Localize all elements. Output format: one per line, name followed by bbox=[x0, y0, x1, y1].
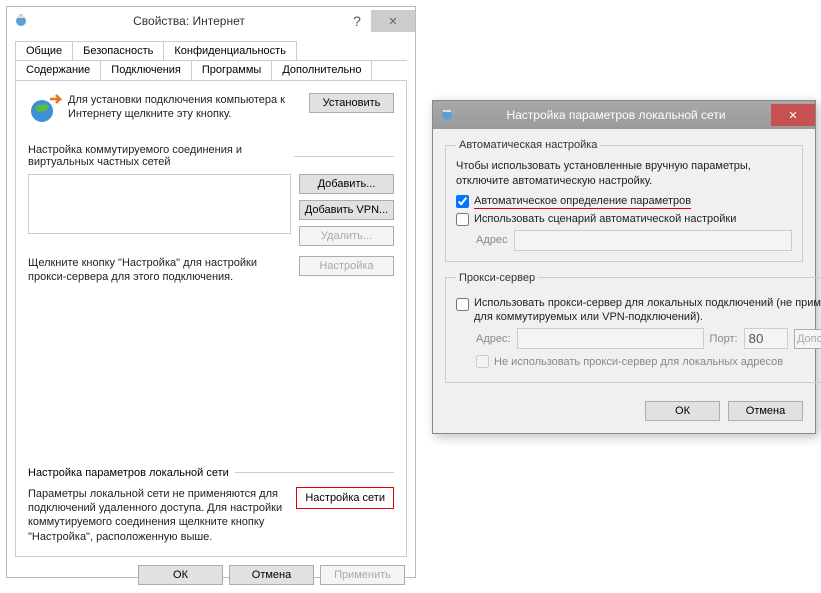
use-proxy-checkbox[interactable] bbox=[456, 298, 469, 311]
tab-connections[interactable]: Подключения bbox=[100, 60, 192, 80]
tab-security[interactable]: Безопасность bbox=[72, 41, 164, 60]
proxy-address-input bbox=[517, 328, 704, 349]
dial-section-header: Настройка коммутируемого соединения и ви… bbox=[28, 144, 394, 168]
proxy-group: Прокси-сервер Использовать прокси-сервер… bbox=[445, 272, 821, 384]
lan-section-header: Настройка параметров локальной сети bbox=[28, 467, 394, 479]
add-vpn-button[interactable]: Добавить VPN... bbox=[299, 200, 394, 220]
close-button[interactable]: ✕ bbox=[771, 104, 815, 126]
auto-config-legend: Автоматическая настройка bbox=[456, 139, 600, 151]
advanced-button: Дополнительно bbox=[794, 329, 821, 349]
proxy-address-label: Адрес: bbox=[476, 333, 511, 345]
ok-button[interactable]: ОК bbox=[645, 401, 720, 421]
window-title: Настройка параметров локальной сети bbox=[461, 108, 771, 122]
connections-listbox[interactable] bbox=[28, 174, 291, 234]
tab-privacy[interactable]: Конфиденциальность bbox=[163, 41, 297, 60]
tab-programs[interactable]: Программы bbox=[191, 60, 272, 80]
title-bar: Свойства: Интернет ? ✕ bbox=[7, 7, 415, 35]
use-script-label: Использовать сценарий автоматической нас… bbox=[474, 213, 736, 225]
close-button[interactable]: ✕ bbox=[371, 10, 415, 32]
bypass-local-checkbox bbox=[476, 355, 489, 368]
tab-content[interactable]: Содержание bbox=[15, 60, 101, 80]
auto-config-group: Автоматическая настройка Чтобы использов… bbox=[445, 139, 803, 262]
tab-row-1: Общие Безопасность Конфиденциальность bbox=[15, 41, 407, 61]
tab-advanced[interactable]: Дополнительно bbox=[271, 60, 372, 80]
window-title: Свойства: Интернет bbox=[35, 14, 343, 28]
auto-detect-label: Автоматическое определение параметров bbox=[474, 195, 691, 209]
apply-button: Применить bbox=[320, 565, 405, 585]
cancel-button[interactable]: Отмена bbox=[728, 401, 803, 421]
bypass-local-label: Не использовать прокси-сервер для локаль… bbox=[494, 356, 783, 368]
cancel-button[interactable]: Отмена bbox=[229, 565, 314, 585]
internet-properties-dialog: Свойства: Интернет ? ✕ Общие Безопасност… bbox=[6, 6, 416, 578]
auto-detect-checkbox[interactable] bbox=[456, 195, 469, 208]
tab-general[interactable]: Общие bbox=[15, 41, 73, 60]
ok-button[interactable]: ОК bbox=[138, 565, 223, 585]
script-address-input bbox=[514, 230, 793, 251]
script-address-label: Адрес bbox=[476, 234, 508, 246]
window-icon bbox=[439, 106, 455, 125]
lan-settings-button[interactable]: Настройка сети bbox=[296, 487, 394, 509]
dialog-footer: ОК Отмена bbox=[445, 393, 803, 423]
use-proxy-label: Использовать прокси-сервер для локальных… bbox=[474, 296, 821, 325]
dialog-footer: ОК Отмена Применить bbox=[7, 557, 415, 593]
auto-config-text: Чтобы использовать установленные вручную… bbox=[456, 159, 792, 189]
proxy-legend: Прокси-сервер bbox=[456, 272, 538, 284]
setup-description: Для установки подключения компьютера к И… bbox=[68, 93, 309, 122]
use-script-checkbox[interactable] bbox=[456, 213, 469, 226]
lan-description: Параметры локальной сети не применяются … bbox=[28, 487, 296, 544]
remove-button: Удалить... bbox=[299, 226, 394, 246]
settings-button: Настройка bbox=[299, 256, 394, 276]
tab-row-2: Содержание Подключения Программы Дополни… bbox=[15, 60, 407, 81]
title-bar: Настройка параметров локальной сети ✕ bbox=[433, 101, 815, 129]
proxy-port-input bbox=[744, 328, 788, 349]
lan-settings-dialog: Настройка параметров локальной сети ✕ Ав… bbox=[432, 100, 816, 434]
proxy-description: Щелкните кнопку "Настройка" для настройк… bbox=[28, 256, 299, 285]
globe-icon bbox=[28, 93, 62, 130]
tab-panel-connections: Для установки подключения компьютера к И… bbox=[15, 81, 407, 557]
proxy-port-label: Порт: bbox=[710, 333, 738, 345]
connection-buttons: Добавить... Добавить VPN... Удалить... bbox=[299, 174, 394, 246]
add-button[interactable]: Добавить... bbox=[299, 174, 394, 194]
window-icon bbox=[13, 12, 29, 31]
setup-button[interactable]: Установить bbox=[309, 93, 394, 113]
help-button[interactable]: ? bbox=[343, 13, 371, 29]
